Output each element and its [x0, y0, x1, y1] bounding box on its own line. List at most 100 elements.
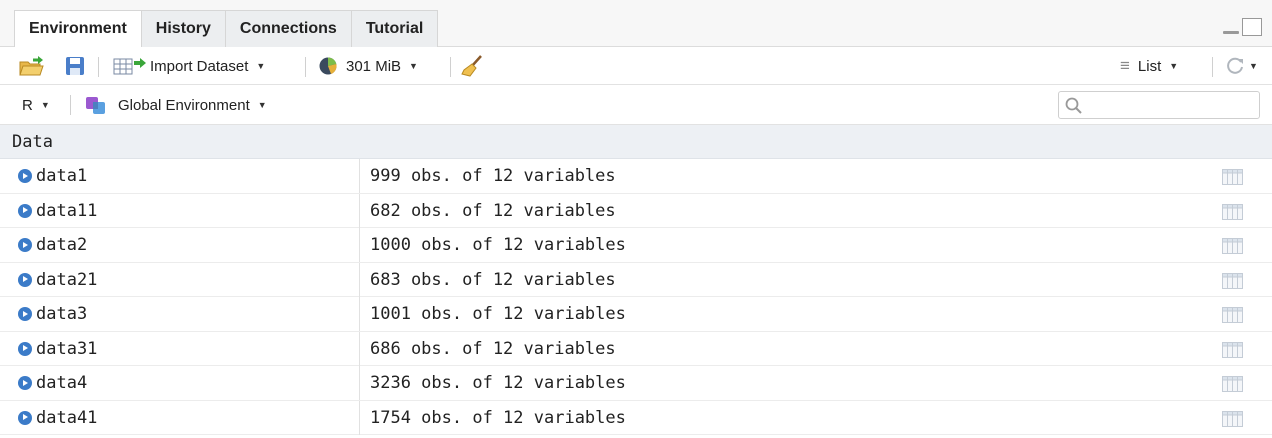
toolbar: Import Dataset ▼ 301 MiB ▼ ≡ List ▼ ▼: [0, 47, 1272, 85]
search-icon: [1065, 97, 1082, 114]
environment-pane: Environment History Connections Tutorial: [0, 0, 1272, 438]
expand-icon[interactable]: [18, 238, 32, 252]
search-input[interactable]: [1089, 95, 1253, 117]
tab-environment[interactable]: Environment: [14, 10, 142, 47]
view-table-icon[interactable]: [1222, 203, 1243, 220]
column-divider: [359, 159, 360, 193]
minimize-icon[interactable]: [1222, 18, 1240, 36]
toolbar-separator: [98, 57, 99, 77]
column-divider: [359, 193, 360, 228]
tab-label: History: [155, 20, 211, 37]
tab-label: Tutorial: [365, 20, 424, 37]
list-item[interactable]: data41 1754 obs. of 12 variables: [0, 400, 1272, 435]
expand-icon[interactable]: [18, 307, 32, 321]
object-name: data11: [36, 200, 98, 221]
chevron-down-icon: ▼: [1249, 61, 1258, 71]
object-description: 686 obs. of 12 variables: [370, 338, 616, 359]
object-description: 682 obs. of 12 variables: [370, 200, 616, 221]
search-box[interactable]: [1058, 91, 1260, 119]
expand-icon[interactable]: [18, 169, 32, 183]
view-table-icon[interactable]: [1222, 272, 1243, 289]
refresh-button[interactable]: ▼: [1224, 47, 1258, 85]
toolbar-separator: [70, 95, 71, 115]
object-name: data3: [36, 304, 88, 324]
object-description: 683 obs. of 12 variables: [370, 269, 616, 290]
view-table-icon[interactable]: [1222, 410, 1243, 427]
column-divider: [359, 297, 360, 331]
object-description: 3236 obs. of 12 variables: [370, 373, 626, 393]
expand-icon[interactable]: [18, 341, 32, 356]
object-name: data41: [36, 407, 98, 428]
environment-bar: R ▼ Global Environment ▼: [0, 85, 1272, 125]
chevron-down-icon: ▼: [1169, 61, 1179, 71]
clear-workspace-button[interactable]: [460, 47, 484, 85]
toolbar-separator: [450, 57, 451, 77]
tab-bar: Environment History Connections Tutorial: [0, 0, 1272, 47]
view-table-icon[interactable]: [1222, 376, 1243, 392]
expand-icon[interactable]: [18, 203, 32, 218]
tab-label: Environment: [29, 20, 127, 37]
list-item[interactable]: data1 999 obs. of 12 variables: [0, 159, 1272, 194]
expand-icon[interactable]: [18, 410, 32, 425]
import-dataset-label: Import Dataset: [150, 57, 249, 75]
expand-icon[interactable]: [18, 272, 32, 287]
section-header-data: Data: [0, 125, 1272, 159]
object-description: 1001 obs. of 12 variables: [370, 304, 626, 324]
language-label: R: [22, 96, 33, 114]
memory-usage-button[interactable]: 301 MiB ▼: [318, 47, 418, 85]
column-divider: [359, 331, 360, 366]
chevron-down-icon: ▼: [256, 61, 266, 71]
broom-icon: [461, 55, 482, 77]
tab-tutorial[interactable]: Tutorial: [350, 10, 439, 47]
view-table-icon[interactable]: [1222, 307, 1243, 323]
environment-cubes-icon: [86, 97, 105, 114]
chevron-down-icon: ▼: [257, 100, 267, 110]
tab-history[interactable]: History: [140, 10, 226, 47]
window-controls: [1222, 18, 1262, 36]
import-dataset-button[interactable]: Import Dataset ▼: [112, 47, 265, 85]
object-name: data1: [36, 166, 88, 186]
environment-label: Global Environment: [118, 96, 250, 114]
list-item[interactable]: data3 1001 obs. of 12 variables: [0, 297, 1272, 332]
environment-selector[interactable]: Global Environment ▼: [84, 85, 267, 125]
language-selector[interactable]: R ▼: [22, 85, 50, 125]
view-table-icon[interactable]: [1222, 341, 1243, 358]
expand-icon[interactable]: [18, 376, 32, 390]
list-item[interactable]: data21 683 obs. of 12 variables: [0, 262, 1272, 297]
memory-pie-icon: [319, 57, 337, 75]
save-workspace-button[interactable]: [64, 47, 86, 85]
column-divider: [359, 366, 360, 400]
column-divider: [359, 262, 360, 297]
toolbar-separator: [305, 57, 306, 77]
view-mode-button[interactable]: ≡ List ▼: [1120, 47, 1178, 85]
chevron-down-icon: ▼: [409, 61, 418, 71]
view-table-icon[interactable]: [1222, 238, 1243, 254]
open-folder-icon: [19, 56, 44, 76]
open-workspace-button[interactable]: [18, 47, 48, 85]
maximize-icon[interactable]: [1242, 18, 1262, 36]
object-description: 1754 obs. of 12 variables: [370, 407, 626, 428]
column-divider: [359, 228, 360, 262]
list-lines-icon: ≡: [1120, 56, 1130, 75]
view-table-icon[interactable]: [1222, 169, 1243, 185]
object-description: 1000 obs. of 12 variables: [370, 235, 626, 255]
object-name: data4: [36, 373, 88, 393]
object-name: data2: [36, 235, 88, 255]
tab-label: Connections: [239, 20, 337, 37]
tab-connections[interactable]: Connections: [224, 10, 352, 47]
object-name: data31: [36, 338, 98, 359]
tab-list: Environment History Connections Tutorial: [14, 10, 439, 47]
refresh-icon: [1227, 57, 1243, 74]
save-icon: [66, 57, 84, 75]
list-item[interactable]: data11 682 obs. of 12 variables: [0, 193, 1272, 228]
object-name: data21: [36, 269, 98, 290]
view-mode-label: List: [1137, 57, 1162, 75]
column-divider: [359, 400, 360, 435]
list-item[interactable]: data31 686 obs. of 12 variables: [0, 331, 1272, 366]
data-list: data1 999 obs. of 12 variables data11 68…: [0, 159, 1272, 435]
list-item[interactable]: data4 3236 obs. of 12 variables: [0, 366, 1272, 401]
list-item[interactable]: data2 1000 obs. of 12 variables: [0, 228, 1272, 263]
chevron-down-icon: ▼: [40, 100, 50, 110]
import-table-icon: [113, 58, 146, 75]
toolbar-separator: [1212, 57, 1213, 77]
